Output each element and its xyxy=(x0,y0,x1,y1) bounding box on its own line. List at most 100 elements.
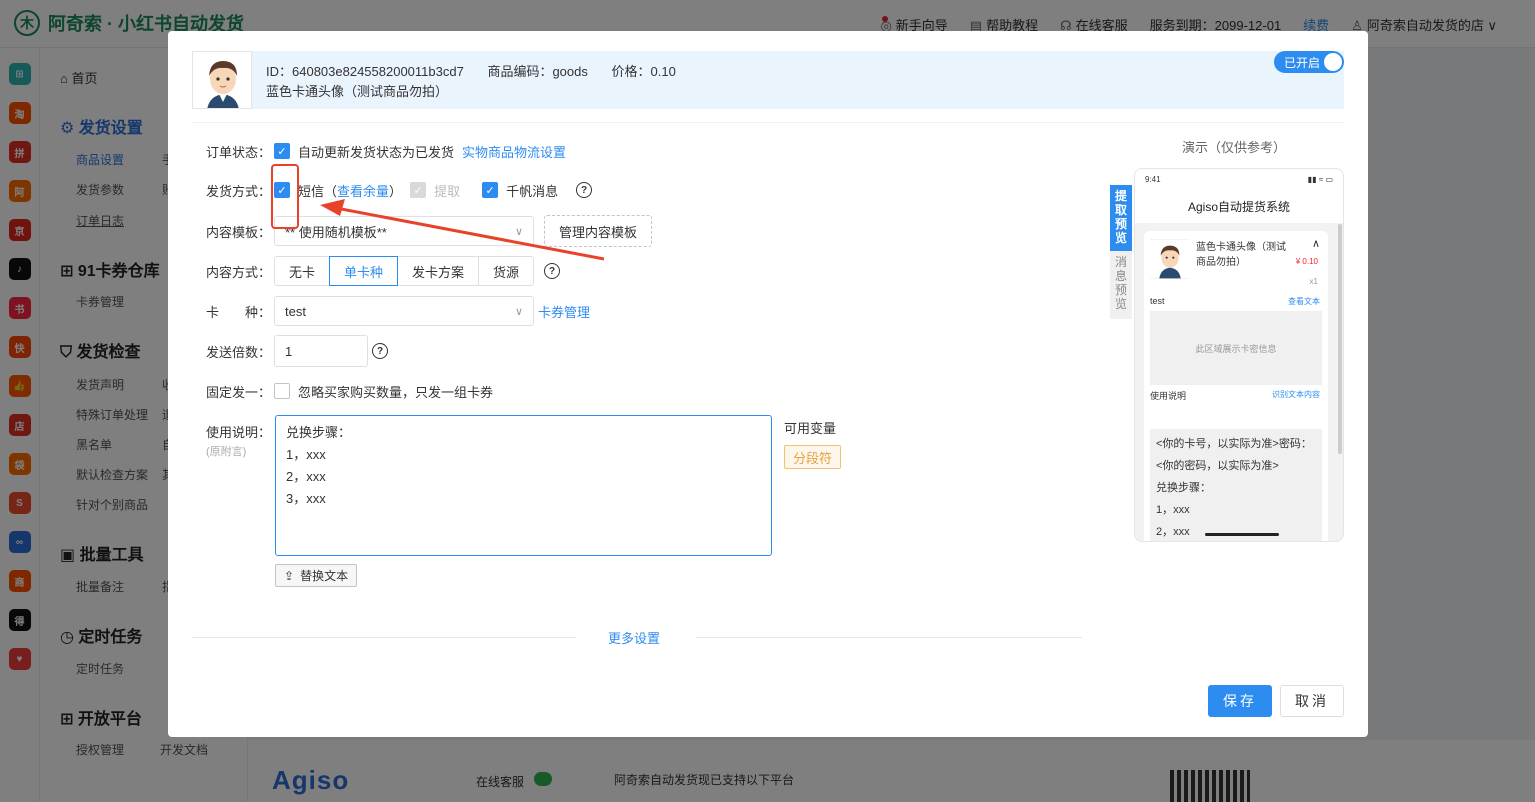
phone-product-avatar xyxy=(1150,239,1190,279)
pickup-checkbox[interactable]: ✓ xyxy=(410,182,427,198)
replace-icon: ⇪ xyxy=(284,568,295,583)
fixed-one-row: 固定发一： ✓ 忽略买家购买数量，只发一组卡券 xyxy=(206,382,493,400)
mode-supply[interactable]: 货源 xyxy=(478,256,535,286)
available-vars-title: 可用变量 xyxy=(784,421,837,436)
view-balance-link[interactable]: 查看余量 xyxy=(337,181,389,200)
order-status-label: 订单状态： xyxy=(206,144,272,160)
mode-card-plan[interactable]: 发卡方案 xyxy=(397,256,480,286)
mode-no-card[interactable]: 无卡 xyxy=(274,256,331,286)
divider xyxy=(696,637,1082,638)
phone-card-area: 此区域展示卡密信息 xyxy=(1150,311,1322,385)
product-settings-modal: ID：640803e824558200011b3cd7 商品编码：goods 价… xyxy=(168,31,1368,737)
card-manage-link[interactable]: 卡券管理 xyxy=(538,302,590,321)
phone-view-text-link[interactable]: 查看文本 xyxy=(1288,296,1320,307)
chevron-down-icon: ∨ xyxy=(514,305,523,318)
phone-time: 9:41 xyxy=(1145,175,1161,184)
manage-template-button[interactable]: 管理内容模板 xyxy=(544,215,653,247)
multiplier-row: 发送倍数： 1 ? xyxy=(206,335,388,367)
tab-message-preview[interactable]: 消息预览 xyxy=(1110,251,1132,319)
usage-label: 使用说明： xyxy=(206,425,272,440)
paren: （ xyxy=(324,183,338,199)
phone-card-name: test xyxy=(1150,296,1165,306)
phone-product-qty: x1 xyxy=(1309,277,1318,286)
enabled-toggle[interactable]: 已开启 xyxy=(1274,51,1344,73)
divider xyxy=(192,637,576,638)
fixed-one-checkbox[interactable]: ✓ xyxy=(274,383,290,399)
phone-status-bar: 9:41 ▮▮ ≈ ▭ xyxy=(1135,169,1343,191)
help-icon[interactable]: ? xyxy=(372,343,388,359)
qianfan-checkbox[interactable]: ✓ xyxy=(482,182,499,198)
card-type-select[interactable]: test ∨ xyxy=(274,296,534,326)
replace-text-label: 替换文本 xyxy=(300,569,349,583)
product-avatar xyxy=(192,51,252,109)
usage-row: 使用说明： (原附言) xyxy=(206,422,274,459)
var-separator-tag[interactable]: 分段符 xyxy=(784,445,842,469)
save-button[interactable]: 保存 xyxy=(1208,685,1272,717)
chevron-up-icon[interactable]: ∧ xyxy=(1312,237,1320,250)
help-icon[interactable]: ? xyxy=(544,263,561,279)
qianfan-text: 千帆消息 xyxy=(506,183,559,199)
textarea-line: 兑换步骤： xyxy=(286,425,352,440)
toggle-knob xyxy=(1324,53,1342,71)
template-value: ** 使用随机模板** xyxy=(285,224,387,240)
phone-body-line: 2，xxx xyxy=(1156,526,1190,538)
paren: ） xyxy=(389,183,403,199)
content-mode-label: 内容方式： xyxy=(206,264,272,280)
phone-product-price: ¥ 0.10 xyxy=(1295,257,1318,266)
multiplier-label: 发送倍数： xyxy=(206,344,272,360)
phone-usage-title: 使用说明 xyxy=(1150,391,1187,401)
template-label: 内容模板： xyxy=(206,224,272,240)
content-mode-row: 内容方式： 无卡 单卡种 发卡方案 货源 ? xyxy=(206,256,561,286)
fixed-one-text: 忽略买家购买数量，只发一组卡券 xyxy=(298,384,494,400)
textarea-line: 3，xxx xyxy=(286,491,326,506)
phone-scrollbar[interactable] xyxy=(1338,224,1342,454)
product-header: ID：640803e824558200011b3cd7 商品编码：goods 价… xyxy=(192,51,1344,109)
textarea-line: 1，xxx xyxy=(286,447,326,462)
battery-icon: ▮▮ ≈ ▭ xyxy=(1307,175,1333,184)
product-price: 价格：0.10 xyxy=(611,64,676,79)
annotation-highlight-box xyxy=(271,164,299,229)
phone-body-line: 兑换步骤： xyxy=(1156,482,1211,494)
usage-textarea[interactable]: 兑换步骤： 1，xxx 2，xxx 3，xxx xyxy=(275,415,772,556)
product-id: ID：640803e824558200011b3cd7 xyxy=(266,64,464,79)
product-name: 蓝色卡通头像（测试商品勿拍） xyxy=(266,84,449,99)
toggle-label: 已开启 xyxy=(1284,56,1321,70)
template-select[interactable]: ** 使用随机模板** ∨ xyxy=(274,216,534,246)
cartoon-avatar-icon xyxy=(1150,239,1190,279)
card-type-row: 卡 种： test ∨ 卡券管理 xyxy=(206,296,590,326)
phone-body-line: 1，xxx xyxy=(1156,504,1190,516)
ship-method-row: 发货方式： ✓ 短信 （ 查看余量 ） ✓ 提取 ✓ 千帆消息 ? xyxy=(206,181,593,200)
product-code: 商品编码：goods xyxy=(487,64,588,79)
multiplier-input[interactable]: 1 xyxy=(274,335,368,367)
chevron-down-icon: ∨ xyxy=(514,225,523,238)
phone-preview: 9:41 ▮▮ ≈ ▭ Agiso自动提货系统 蓝色卡通头像（测试商品勿拍） ∧… xyxy=(1134,168,1344,542)
phone-identify-link[interactable]: 识别文本内容 xyxy=(1272,389,1320,400)
auto-update-checkbox[interactable]: ✓ xyxy=(274,143,290,159)
more-settings-link[interactable]: 更多设置 xyxy=(608,628,660,647)
fixed-one-label: 固定发一： xyxy=(206,384,272,400)
mode-single-card[interactable]: 单卡种 xyxy=(329,256,399,286)
logistics-settings-link[interactable]: 实物商品物流设置 xyxy=(462,142,566,161)
order-status-row: 订单状态： ✓ 自动更新发货状态为已发货 实物商品物流设置 xyxy=(206,142,566,160)
tab-pickup-preview[interactable]: 提取预览 xyxy=(1110,185,1132,251)
cartoon-avatar-icon xyxy=(193,52,251,108)
phone-body-line: <你的卡号，以实际为准>密码：<你的密码，以实际为准> xyxy=(1156,438,1312,472)
sms-text: 短信 xyxy=(298,183,325,199)
preview-title: 演示（仅供参考） xyxy=(1182,140,1287,155)
cancel-button[interactable]: 取消 xyxy=(1280,685,1344,717)
divider xyxy=(192,122,1344,123)
phone-home-indicator xyxy=(1205,533,1279,536)
textarea-line: 2，xxx xyxy=(286,469,326,484)
phone-card: 蓝色卡通头像（测试商品勿拍） ∧ ¥ 0.10 x1 test 查看文本 此区域… xyxy=(1144,231,1328,541)
card-type-label: 卡 种： xyxy=(206,304,272,320)
content-mode-segmented: 无卡 单卡种 发卡方案 货源 xyxy=(274,256,535,286)
phone-product-name: 蓝色卡通头像（测试商品勿拍） xyxy=(1196,242,1286,268)
product-meta: ID：640803e824558200011b3cd7 商品编码：goods 价… xyxy=(266,62,696,102)
phone-app-title: Agiso自动提货系统 xyxy=(1135,191,1343,223)
ship-method-label: 发货方式： xyxy=(206,183,272,199)
help-icon[interactable]: ? xyxy=(576,182,593,198)
auto-update-text: 自动更新发货状态为已发货 xyxy=(298,144,455,160)
replace-text-button[interactable]: ⇪ 替换文本 xyxy=(275,564,358,587)
usage-sublabel: (原附言) xyxy=(206,446,247,458)
phone-usage-body: <你的卡号，以实际为准>密码：<你的密码，以实际为准> 兑换步骤： 1，xxx … xyxy=(1150,429,1322,541)
